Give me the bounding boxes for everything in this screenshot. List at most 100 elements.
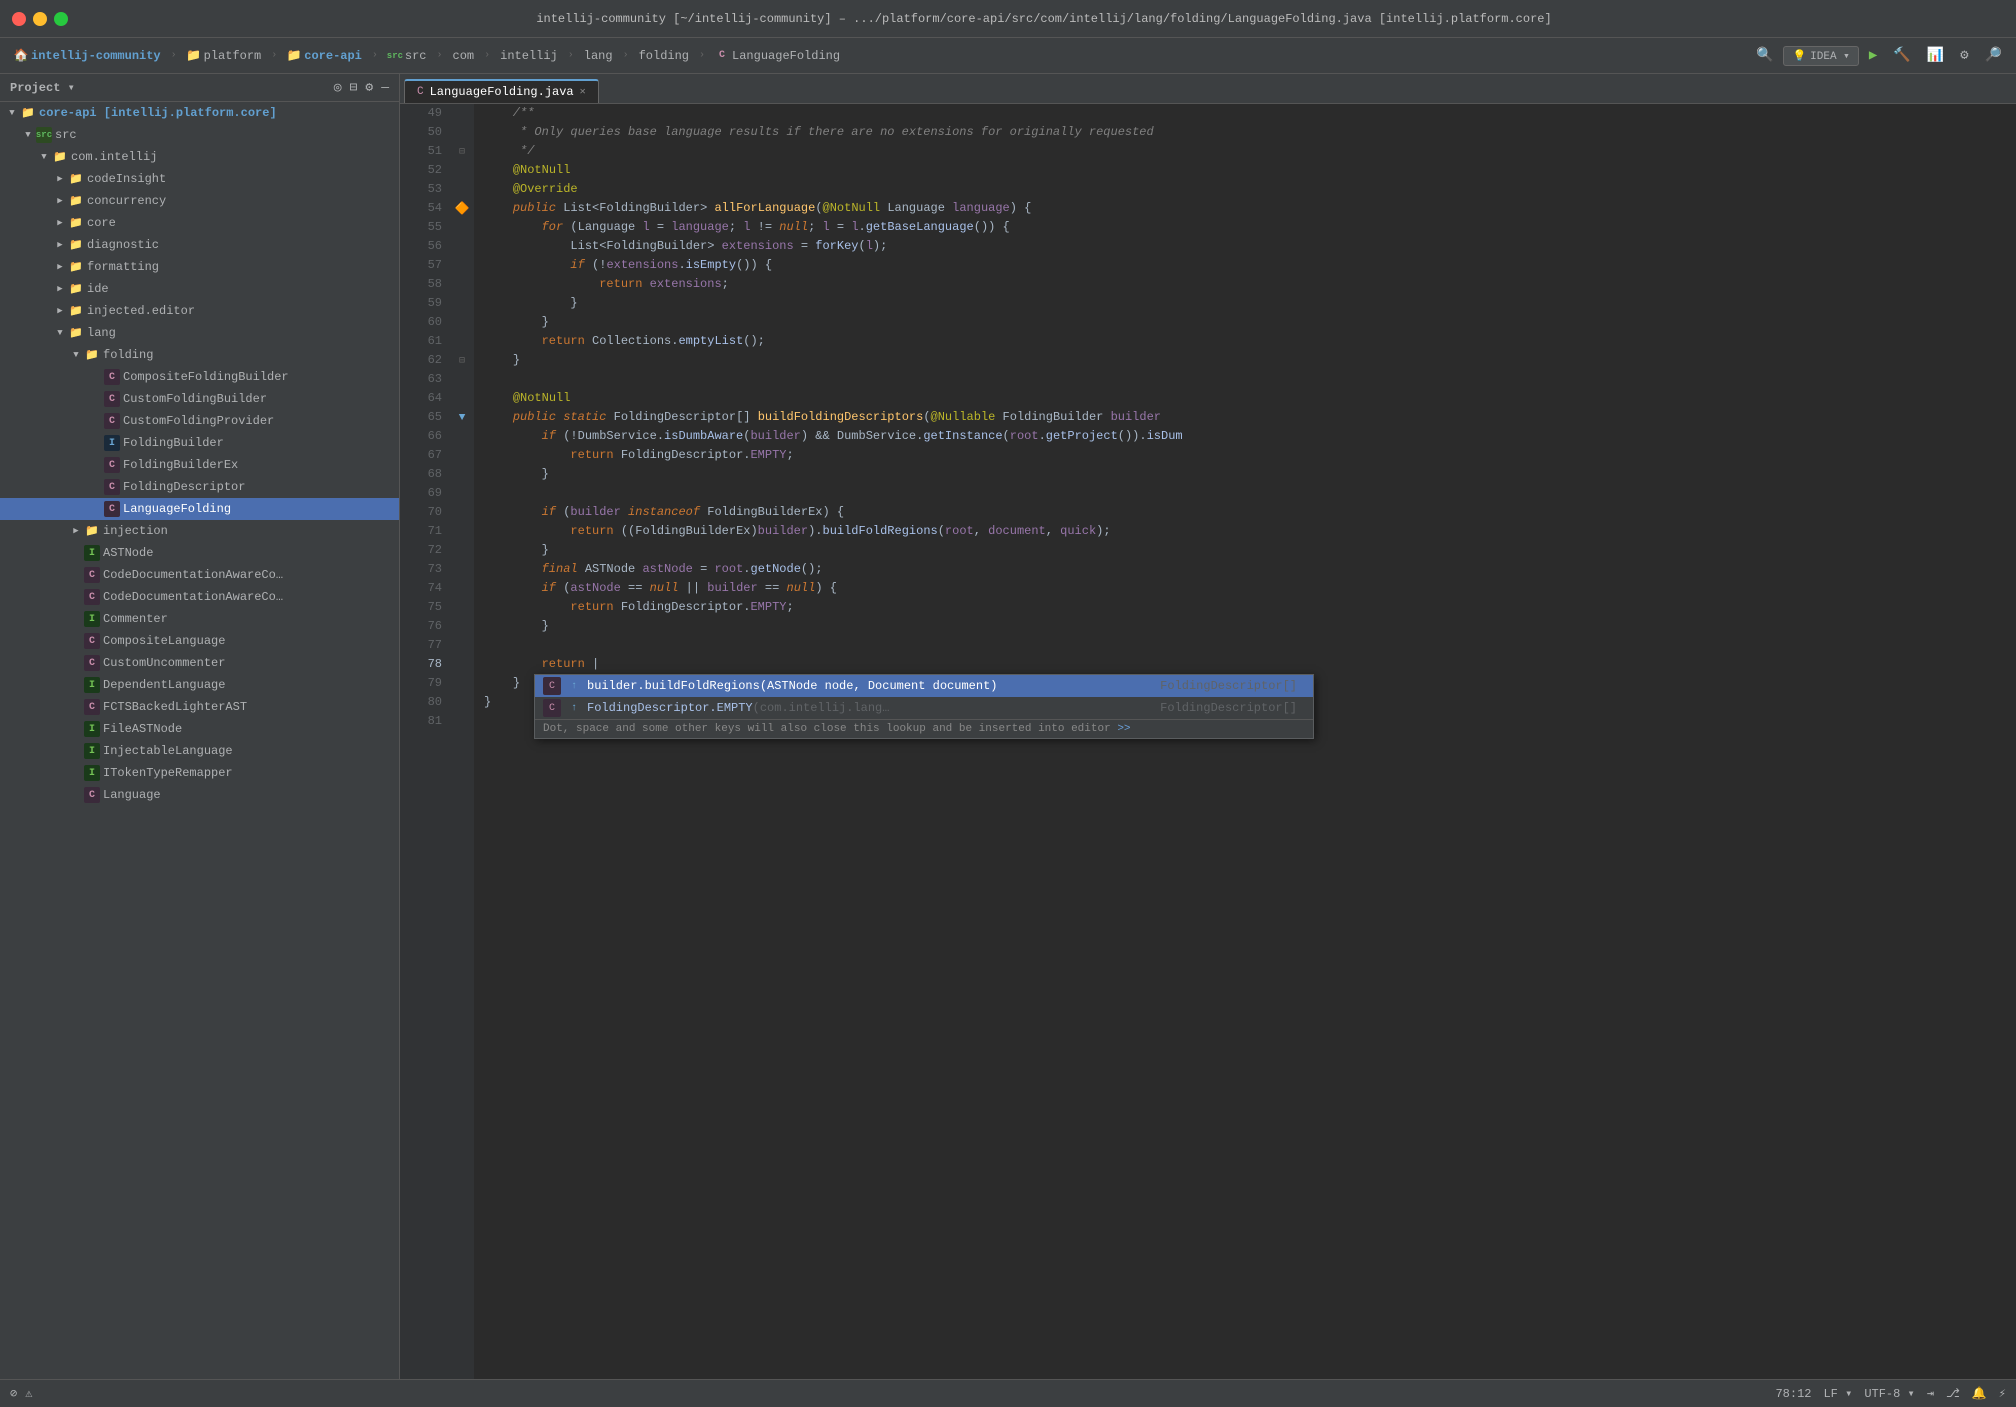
idea-selector[interactable]: 💡 IDEA ▾: [1783, 46, 1858, 66]
tree-com-intellij[interactable]: ▼ 📁 com.intellij: [0, 146, 399, 168]
tree-core[interactable]: ▶ 📁 core: [0, 212, 399, 234]
tree-diagnostic[interactable]: ▶ 📁 diagnostic: [0, 234, 399, 256]
tree-CompositeLanguage[interactable]: ▶ C CompositeLanguage: [0, 630, 399, 652]
search-button[interactable]: 🔎: [1979, 45, 2008, 66]
coverage-button[interactable]: 📊: [1921, 45, 1950, 66]
fold-marker-51[interactable]: ⊟: [459, 146, 465, 158]
nav-folding[interactable]: folding: [633, 47, 695, 65]
run-gutter-54[interactable]: 🔶: [455, 201, 470, 216]
encoding[interactable]: UTF-8 ▾: [1864, 1386, 1914, 1401]
tree-root[interactable]: ▼ 📁 core-api [intellij.platform.core]: [0, 102, 399, 124]
gutter-62[interactable]: ⊟: [450, 351, 474, 370]
code-line-57: if (!extensions.isEmpty()) {: [484, 256, 2006, 275]
status-problems[interactable]: ⊘: [10, 1386, 17, 1401]
folder-icon-com: 📁: [52, 149, 68, 165]
class-icon-fd: C: [104, 479, 120, 495]
nav-actions: 🔍 💡 IDEA ▾ ▶ 🔨 📊 ⚙ 🔎: [1750, 45, 2008, 66]
tree-CodeDocumentation1[interactable]: ▶ C CodeDocumentationAwareCo…: [0, 564, 399, 586]
folder-icon: 📁: [20, 105, 36, 121]
tree-Commenter[interactable]: ▶ I Commenter: [0, 608, 399, 630]
tree-FoldingDescriptor[interactable]: ▶ C FoldingDescriptor: [0, 476, 399, 498]
nav-home[interactable]: 🏠 intellij-community: [8, 47, 167, 65]
indent-icon[interactable]: ⇥: [1927, 1386, 1934, 1401]
tree-LanguageFolding[interactable]: ▶ C LanguageFolding: [0, 498, 399, 520]
ac-item-0[interactable]: C ↑ builder.buildFoldRegions(ASTNode nod…: [535, 675, 1313, 697]
locate-file-icon[interactable]: ◎: [334, 80, 342, 95]
nav-classname[interactable]: C LanguageFolding: [709, 47, 846, 65]
minimize-button[interactable]: [33, 12, 47, 26]
ac-return-1: FoldingDescriptor[]: [1160, 701, 1305, 715]
tree-InjectableLanguage[interactable]: ▶ I InjectableLanguage: [0, 740, 399, 762]
cursor-position[interactable]: 78:12: [1775, 1387, 1811, 1401]
tab-close-icon[interactable]: ✕: [580, 86, 586, 98]
com-intellij-label: com.intellij: [71, 150, 157, 164]
linenum-62: 62: [400, 351, 442, 370]
close-sidebar-icon[interactable]: —: [381, 80, 389, 95]
tree-lang[interactable]: ▼ 📁 lang: [0, 322, 399, 344]
class-icon-cfp: C: [104, 413, 120, 429]
impl-gutter-65[interactable]: ▼: [459, 412, 466, 424]
status-warnings[interactable]: ⚠: [25, 1386, 32, 1401]
settings-icon[interactable]: ⚙: [1954, 45, 1974, 66]
tree-concurrency[interactable]: ▶ 📁 concurrency: [0, 190, 399, 212]
class-icon-cu: C: [84, 655, 100, 671]
code-content[interactable]: /** * Only queries base language results…: [474, 104, 2016, 1379]
build-button[interactable]: 🔨: [1887, 45, 1916, 66]
ac-item-1[interactable]: C ↑ FoldingDescriptor.EMPTY (com.intelli…: [535, 697, 1313, 719]
linenum-60: 60: [400, 313, 442, 332]
nav-intellij[interactable]: intellij: [494, 47, 564, 65]
search-everywhere-icon[interactable]: 🔍: [1750, 45, 1779, 66]
nav-core-api[interactable]: 📁 core-api: [281, 47, 368, 65]
tree-CodeDocumentation2[interactable]: ▶ C CodeDocumentationAwareCo…: [0, 586, 399, 608]
code-line-77: [484, 636, 2006, 655]
tab-LanguageFolding[interactable]: C LanguageFolding.java ✕: [404, 79, 599, 103]
ac-hint-link[interactable]: >>: [1117, 723, 1130, 735]
tree-FCTSBackedLighterAST[interactable]: ▶ C FCTSBackedLighterAST: [0, 696, 399, 718]
close-button[interactable]: [12, 12, 26, 26]
notifications-icon[interactable]: 🔔: [1972, 1386, 1987, 1401]
interface-icon-fan: I: [84, 721, 100, 737]
gutter-73: [450, 560, 474, 579]
nav-sep-8: ›: [699, 50, 705, 61]
tree-formatting[interactable]: ▶ 📁 formatting: [0, 256, 399, 278]
tree-ide[interactable]: ▶ 📁 ide: [0, 278, 399, 300]
tree-FoldingBuilderEx[interactable]: ▶ C FoldingBuilderEx: [0, 454, 399, 476]
tree-DependentLanguage[interactable]: ▶ I DependentLanguage: [0, 674, 399, 696]
nav-project: intellij-community: [31, 49, 161, 63]
injection-label: injection: [103, 524, 168, 538]
gutter-51[interactable]: ⊟: [450, 142, 474, 161]
code-line-71: return ((FoldingBuilderEx)builder).build…: [484, 522, 2006, 541]
tree-CustomFoldingBuilder[interactable]: ▶ C CustomFoldingBuilder: [0, 388, 399, 410]
gutter-80: [450, 693, 474, 712]
git-icon[interactable]: ⎇: [1946, 1386, 1960, 1401]
tree-codeInsight[interactable]: ▶ 📁 codeInsight: [0, 168, 399, 190]
gear-icon[interactable]: ⚙: [365, 80, 373, 95]
tree-CustomFoldingProvider[interactable]: ▶ C CustomFoldingProvider: [0, 410, 399, 432]
code-line-50: * Only queries base language results if …: [484, 123, 2006, 142]
nav-src[interactable]: src src: [382, 47, 433, 65]
sidebar-title[interactable]: Project ▾: [10, 80, 334, 95]
code-line-52: @NotNull: [484, 161, 2006, 180]
tree-src[interactable]: ▼ src src: [0, 124, 399, 146]
tree-folding[interactable]: ▼ 📁 folding: [0, 344, 399, 366]
tree-FoldingBuilder[interactable]: ▶ I FoldingBuilder: [0, 432, 399, 454]
tree-injection[interactable]: ▶ 📁 injection: [0, 520, 399, 542]
collapse-all-icon[interactable]: ⊟: [350, 80, 358, 95]
tree-CompositeFoldingBuilder[interactable]: ▶ C CompositeFoldingBuilder: [0, 366, 399, 388]
run-button[interactable]: ▶: [1863, 45, 1883, 66]
tree-Language[interactable]: ▶ C Language: [0, 784, 399, 806]
nav-lang[interactable]: lang: [578, 47, 619, 65]
tree-arrow-ci: ▶: [52, 171, 68, 187]
fold-marker-62[interactable]: ⊟: [459, 355, 465, 367]
code-line-53: @Override: [484, 180, 2006, 199]
tree-CustomUncommenter[interactable]: ▶ C CustomUncommenter: [0, 652, 399, 674]
tree-injected-editor[interactable]: ▶ 📁 injected.editor: [0, 300, 399, 322]
tree-ASTNode[interactable]: ▶ I ASTNode: [0, 542, 399, 564]
line-ending[interactable]: LF ▾: [1823, 1386, 1852, 1401]
tree-ITokenTypeRemapper[interactable]: ▶ I ITokenTypeRemapper: [0, 762, 399, 784]
nav-platform[interactable]: 📁 platform: [181, 47, 268, 65]
tree-FileASTNode[interactable]: ▶ I FileASTNode: [0, 718, 399, 740]
power-icon[interactable]: ⚡: [1999, 1386, 2006, 1401]
maximize-button[interactable]: [54, 12, 68, 26]
nav-com[interactable]: com: [447, 47, 481, 65]
